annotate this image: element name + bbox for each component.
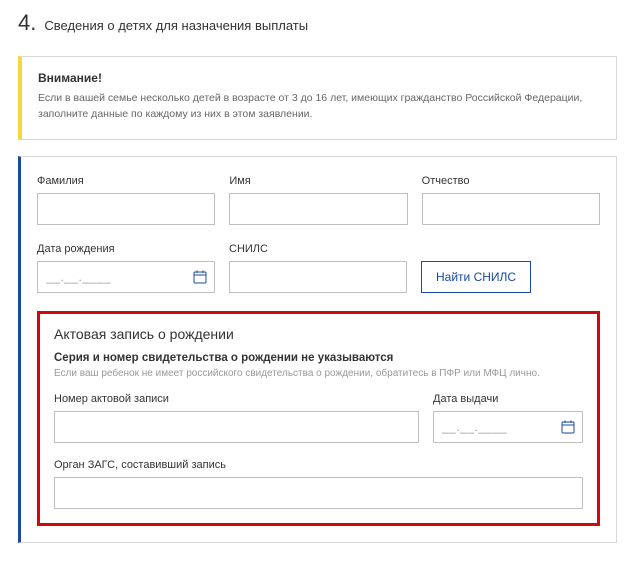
warning-body: Если в вашей семье несколько детей в воз… — [38, 91, 600, 123]
zags-input[interactable] — [54, 477, 583, 509]
patronymic-field: Отчество — [422, 175, 600, 225]
dob-input[interactable] — [37, 261, 215, 293]
warning-heading: Внимание! — [38, 71, 600, 85]
record-number-label: Номер актовой записи — [54, 393, 419, 405]
find-snils-button[interactable]: Найти СНИЛС — [421, 261, 531, 293]
zags-field: Орган ЗАГС, составивший запись — [54, 459, 583, 509]
issue-date-input[interactable] — [433, 411, 583, 443]
name-input[interactable] — [229, 193, 407, 225]
patronymic-label: Отчество — [422, 175, 600, 187]
surname-field: Фамилия — [37, 175, 215, 225]
record-row: Номер актовой записи Дата выдачи — [54, 393, 583, 443]
snils-label: СНИЛС — [229, 243, 407, 255]
birth-record-sub: Серия и номер свидетельства о рождении н… — [54, 352, 583, 364]
name-label: Имя — [229, 175, 407, 187]
birth-record-title: Актовая запись о рождении — [54, 326, 583, 342]
birth-record-note: Если ваш ребенок не имеет российского св… — [54, 368, 583, 379]
warning-box: Внимание! Если в вашей семье несколько д… — [18, 56, 617, 140]
issue-date-label: Дата выдачи — [433, 393, 583, 405]
snils-input[interactable] — [229, 261, 407, 293]
find-snils-wrap: . Найти СНИЛС — [421, 243, 531, 293]
name-field: Имя — [229, 175, 407, 225]
section-title: Сведения о детях для назначения выплаты — [44, 18, 308, 35]
dob-label: Дата рождения — [37, 243, 215, 255]
zags-label: Орган ЗАГС, составивший запись — [54, 459, 583, 471]
snils-field: СНИЛС — [229, 243, 407, 293]
issue-date-field: Дата выдачи — [433, 393, 583, 443]
record-number-field: Номер актовой записи — [54, 393, 419, 443]
surname-label: Фамилия — [37, 175, 215, 187]
section-header: 4. Сведения о детях для назначения выпла… — [0, 0, 635, 50]
name-row: Фамилия Имя Отчество — [37, 175, 600, 225]
dob-snils-row: Дата рождения СНИЛС . Найти СНИЛС — [37, 243, 600, 293]
dob-field: Дата рождения — [37, 243, 215, 293]
birth-record-highlight: Актовая запись о рождении Серия и номер … — [37, 311, 600, 526]
surname-input[interactable] — [37, 193, 215, 225]
patronymic-input[interactable] — [422, 193, 600, 225]
record-number-input[interactable] — [54, 411, 419, 443]
children-form-panel: Фамилия Имя Отчество Дата рождения СНИЛС — [18, 156, 617, 543]
section-number: 4. — [18, 10, 36, 36]
